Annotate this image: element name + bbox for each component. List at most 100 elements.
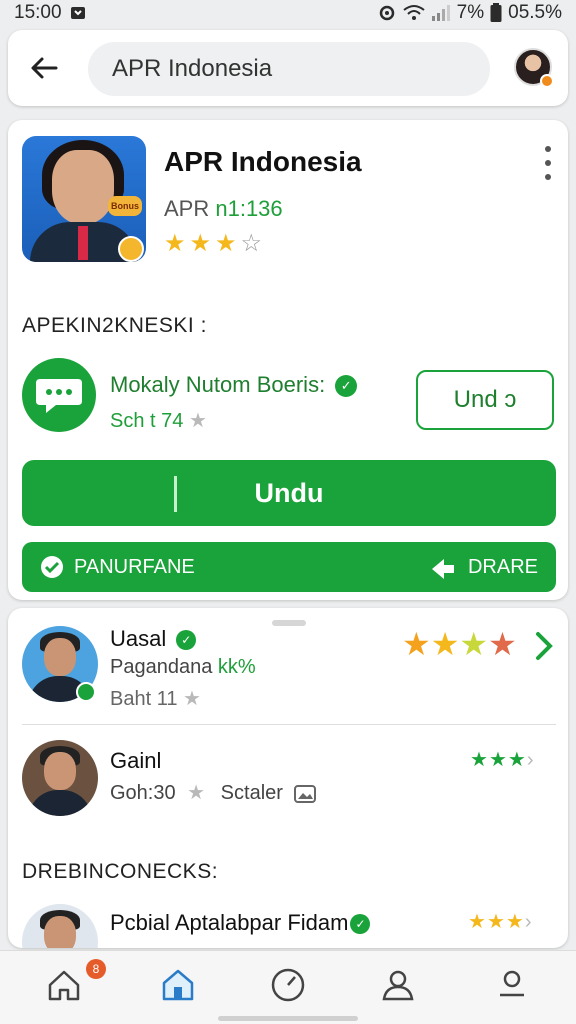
status-time: 15:00 (14, 2, 62, 23)
list-item-rating: ★ ★ ★ › (470, 750, 533, 770)
verified-icon: ✓ (350, 914, 371, 935)
search-input[interactable]: APR Indonesia (88, 42, 490, 96)
nav-badge: 8 (86, 959, 106, 979)
check-circle-icon (40, 555, 64, 579)
star-icon: ★ (488, 749, 507, 771)
list-item-meta: Baht 11 ★ (110, 686, 201, 711)
phone-icon (118, 236, 144, 262)
gesture-bar (218, 1016, 358, 1021)
star-icon: ★ (488, 626, 517, 662)
app-icon: Bonus (22, 136, 146, 262)
list-item-subtitle: Pagandana kk% (110, 656, 256, 679)
install-button-label: Undu (254, 477, 324, 508)
app-subtitle-value: n1:136 (215, 196, 283, 221)
right-action-label: DRARE (467, 555, 538, 578)
star-icon: ★ (187, 782, 206, 804)
image-icon (294, 782, 317, 804)
avatar (22, 904, 98, 948)
search-header: APR Indonesia (8, 30, 568, 106)
signal-icon (431, 2, 451, 24)
star-icon: ★ (183, 688, 201, 710)
related-install-button[interactable]: Und ↄ (416, 370, 554, 430)
chevron-right-icon[interactable] (532, 630, 556, 667)
status-bar: 15:00 7% 05.5% (0, 0, 576, 26)
star-icon: ★ (402, 626, 431, 662)
related-app-meta-text: Sch t 74 (110, 410, 184, 432)
drag-handle[interactable] (272, 620, 306, 626)
share-icon (430, 555, 456, 579)
related-app-meta: Sch t 74 ★ (110, 408, 207, 433)
star-icon: ★ (164, 230, 186, 257)
nav-explore-icon[interactable] (268, 965, 308, 1005)
list-item-subtitle-text: Pagandana (110, 656, 213, 678)
star-icon: ★ (486, 911, 505, 933)
star-outline-icon: ☆ (240, 230, 263, 257)
status-right: 7% 05.5% (377, 2, 562, 24)
list-item-meta-text: Baht 11 (110, 688, 178, 710)
verified-badge-icon (76, 682, 96, 702)
avatar (22, 740, 98, 816)
nav-people-icon[interactable] (378, 965, 418, 1005)
battery-percent: 7% (456, 2, 485, 23)
left-action-label: PANURFANE (74, 555, 195, 578)
verified-icon: ✓ (335, 375, 358, 398)
nav-store-icon[interactable] (158, 965, 198, 1005)
more-options-icon[interactable] (538, 146, 558, 180)
star-icon: ★ (505, 911, 524, 933)
related-install-label: Und ↄ (453, 386, 517, 413)
app-detail-card: Bonus APR Indonesia APR n1:136 ★ ★ ★ ☆ A… (8, 120, 568, 600)
chevron-right-icon[interactable]: › (525, 912, 532, 932)
button-divider (174, 476, 177, 512)
star-icon: ★ (507, 749, 526, 771)
list-item-title[interactable]: Pcbial Aptalabpar Fidam ✓ (110, 910, 371, 936)
bottom-navigation: 8 (0, 950, 576, 1024)
star-icon: ★ (468, 911, 486, 933)
list-item-rating: ★ ★ ★ ★ (402, 628, 517, 660)
app-icon-badge: Bonus (108, 196, 142, 216)
list-item-title-text: Pcbial Aptalabpar Fidam (110, 910, 349, 935)
battery-level: 05.5% (508, 2, 562, 23)
app-title: APR Indonesia (164, 146, 362, 177)
chat-bubble-icon (22, 358, 96, 432)
list-item-accent: kk% (217, 656, 256, 678)
battery-icon (490, 2, 502, 24)
section-heading: DREBINCONECKS: (22, 860, 219, 883)
app-subtitle-prefix: APR (164, 196, 216, 221)
verified-icon: ✓ (176, 630, 197, 651)
left-action[interactable]: PANURFANE (40, 555, 195, 579)
search-input-value: APR Indonesia (112, 55, 273, 82)
list-item-subtitle: Goh:30 ★ Sctaler (110, 780, 317, 805)
chevron-right-icon[interactable]: › (527, 750, 534, 770)
notification-icon (70, 2, 86, 24)
star-icon: ★ (430, 626, 460, 662)
list-item-rating: ★ ★ ★ › (468, 912, 531, 932)
action-bar: PANURFANE DRARE (22, 542, 556, 592)
star-icon: ★ (459, 626, 489, 662)
star-icon: ★ (188, 410, 207, 432)
related-app-name-text: Mokaly Nutom Boeris: (110, 372, 326, 397)
back-arrow-icon[interactable] (26, 50, 62, 86)
app-rating: ★ ★ ★ ☆ (164, 232, 262, 256)
profile-status-dot (540, 74, 554, 88)
section-heading: APEKIN2KNESKI : (22, 314, 207, 337)
list-item-title[interactable]: Gainl (110, 748, 161, 774)
status-left: 15:00 (14, 2, 86, 24)
profile-avatar[interactable] (514, 48, 554, 88)
star-icon: ★ (215, 230, 237, 257)
app-subtitle: APR n1:136 (164, 196, 283, 222)
install-button[interactable]: Undu (22, 460, 556, 526)
settings-gear-icon (377, 2, 397, 24)
nav-profile-icon[interactable] (492, 965, 532, 1005)
list-item-title[interactable]: Uasal ✓ (110, 626, 197, 652)
related-app-name[interactable]: Mokaly Nutom Boeris: ✓ (110, 372, 358, 398)
nav-home-icon[interactable] (44, 965, 84, 1005)
star-icon: ★ (470, 749, 488, 771)
wifi-icon (403, 2, 425, 24)
list-item-title-text: Uasal (110, 626, 167, 651)
list-item-subtitle-text: Goh:30 (110, 782, 176, 804)
right-action[interactable]: DRARE (430, 555, 538, 579)
results-list: Uasal ✓ Pagandana kk% Baht 11 ★ ★ ★ ★ ★ G… (8, 608, 568, 948)
list-item-extra: Sctaler (220, 782, 283, 804)
star-icon: ★ (189, 230, 212, 257)
divider (22, 724, 556, 725)
